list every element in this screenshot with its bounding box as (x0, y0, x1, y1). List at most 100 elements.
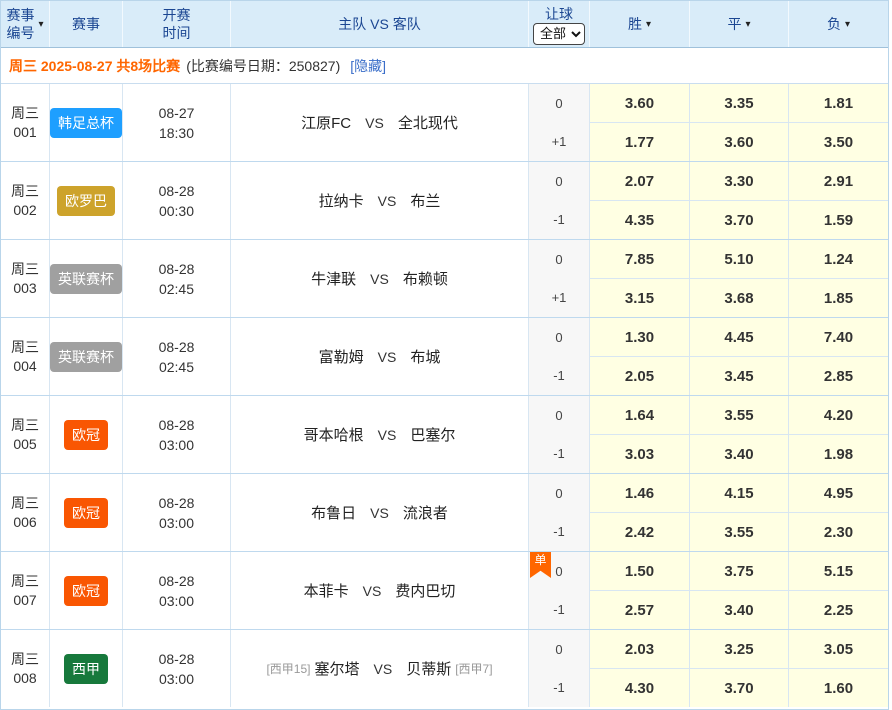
odds-draw[interactable]: 3.40 (690, 435, 788, 473)
odds-win[interactable]: 1.77 (590, 123, 689, 161)
date-summary-bar: 周三 2025-08-27 共8场比赛 (比赛编号日期：250827) [隐藏] (1, 48, 888, 84)
teams: 哥本哈根 VS 巴塞尔 (231, 396, 528, 473)
odds-win[interactable]: 3.60 (590, 84, 689, 122)
odds-win[interactable]: 3.03 (590, 435, 689, 473)
handicap-value: -1 (553, 212, 565, 227)
odds-draw[interactable]: 3.55 (690, 513, 788, 551)
away-team: 巴塞尔 (410, 424, 455, 445)
league-badge: 西甲 (64, 654, 108, 684)
header-handicap-label: 让球 (545, 6, 573, 22)
odds-win[interactable]: 1.30 (590, 318, 689, 356)
header-lose[interactable]: 负 ▾ (789, 1, 888, 47)
league-cell: 欧冠 (50, 474, 122, 551)
odds-lose[interactable]: 2.30 (789, 513, 888, 551)
away-team: 全北现代 (398, 112, 458, 133)
header-league-label: 赛事 (72, 14, 100, 34)
vs-label: VS (378, 349, 397, 365)
odds-lose[interactable]: 2.25 (789, 591, 888, 629)
teams: 富勒姆 VS 布城 (231, 318, 528, 395)
odds-draw[interactable]: 3.30 (690, 162, 788, 200)
odds-draw[interactable]: 3.45 (690, 357, 788, 395)
vs-label: VS (374, 661, 393, 677)
odds-draw[interactable]: 4.15 (690, 474, 788, 512)
handicap-filter-select[interactable]: 全部 (533, 23, 585, 45)
match-time: 08-2803:00 (123, 630, 230, 707)
league-cell: 英联赛杯 (50, 240, 122, 317)
home-team: 塞尔塔 (314, 658, 359, 679)
odds-draw[interactable]: 3.25 (690, 630, 788, 668)
odds-win[interactable]: 2.05 (590, 357, 689, 395)
odds-lose[interactable]: 1.81 (789, 84, 888, 122)
odds-win[interactable]: 1.46 (590, 474, 689, 512)
match-time: 08-2800:30 (123, 162, 230, 239)
away-team: 贝蒂斯 (406, 658, 451, 679)
home-team: 江原FC (301, 112, 351, 133)
handicap-cell: 0 -1 (529, 162, 589, 239)
odds-draw[interactable]: 3.35 (690, 84, 788, 122)
odds-lose[interactable]: 2.91 (789, 162, 888, 200)
odds-draw[interactable]: 3.70 (690, 201, 788, 239)
league-cell: 西甲 (50, 630, 122, 707)
vs-label: VS (378, 427, 397, 443)
header-match-number[interactable]: 赛事 编号 ▾ (1, 1, 49, 47)
header-win[interactable]: 胜 ▾ (590, 1, 689, 47)
odds-lose[interactable]: 5.15 (789, 552, 888, 590)
odds-lose[interactable]: 7.40 (789, 318, 888, 356)
odds-win[interactable]: 4.30 (590, 669, 689, 707)
match-time: 08-2803:00 (123, 474, 230, 551)
handicap-value: -1 (553, 446, 565, 461)
match-row: 周三004 英联赛杯 08-2802:45 富勒姆 VS 布城 0 -1 1.3… (1, 318, 888, 396)
header-draw[interactable]: 平 ▾ (690, 1, 788, 47)
hide-link[interactable]: [隐藏] (350, 56, 386, 76)
odds-lose[interactable]: 3.50 (789, 123, 888, 161)
odds-lose[interactable]: 1.85 (789, 279, 888, 317)
sort-arrow-icon[interactable]: ▾ (745, 19, 750, 30)
odds-lose[interactable]: 3.05 (789, 630, 888, 668)
odds-draw[interactable]: 3.40 (690, 591, 788, 629)
odds-win[interactable]: 2.07 (590, 162, 689, 200)
sort-arrow-icon[interactable]: ▾ (646, 19, 651, 30)
odds-win[interactable]: 1.64 (590, 396, 689, 434)
odds-win[interactable]: 1.50 (590, 552, 689, 590)
odds-draw[interactable]: 3.70 (690, 669, 788, 707)
odds-win[interactable]: 3.15 (590, 279, 689, 317)
home-team: 富勒姆 (319, 346, 364, 367)
handicap-cell: 0 -1 (529, 630, 589, 707)
league-badge: 英联赛杯 (50, 342, 122, 372)
odds-lose[interactable]: 1.60 (789, 669, 888, 707)
vs-label: VS (365, 115, 384, 131)
teams: 牛津联 VS 布赖顿 (231, 240, 528, 317)
league-cell: 欧冠 (50, 552, 122, 629)
odds-lose[interactable]: 4.95 (789, 474, 888, 512)
odds-win[interactable]: 2.42 (590, 513, 689, 551)
header-match-number-label: 赛事 (6, 6, 34, 24)
odds-lose[interactable]: 4.20 (789, 396, 888, 434)
table-header: 赛事 编号 ▾ 赛事 开赛 时间 主队 VS 客队 让球 全部 胜 ▾ (1, 1, 888, 48)
header-time: 开赛 时间 (123, 1, 230, 47)
odds-win[interactable]: 4.35 (590, 201, 689, 239)
odds-win[interactable]: 7.85 (590, 240, 689, 278)
match-row: 周三006 欧冠 08-2803:00 布鲁日 VS 流浪者 0 -1 1.46… (1, 474, 888, 552)
odds-lose[interactable]: 1.59 (789, 201, 888, 239)
match-number: 周三005 (1, 396, 49, 473)
odds-lose[interactable]: 2.85 (789, 357, 888, 395)
match-number: 周三004 (1, 318, 49, 395)
header-teams-label: 主队 VS 客队 (338, 14, 420, 34)
sort-arrow-icon[interactable]: ▾ (845, 19, 850, 30)
odds-draw[interactable]: 3.55 (690, 396, 788, 434)
odds-lose[interactable]: 1.98 (789, 435, 888, 473)
odds-draw[interactable]: 4.45 (690, 318, 788, 356)
teams: 布鲁日 VS 流浪者 (231, 474, 528, 551)
home-team: 哥本哈根 (304, 424, 364, 445)
odds-win[interactable]: 2.03 (590, 630, 689, 668)
league-cell: 韩足总杯 (50, 84, 122, 161)
league-badge: 欧冠 (64, 498, 108, 528)
odds-lose[interactable]: 1.24 (789, 240, 888, 278)
odds-draw[interactable]: 5.10 (690, 240, 788, 278)
handicap-value: 0 (555, 330, 562, 345)
odds-draw[interactable]: 3.68 (690, 279, 788, 317)
odds-draw[interactable]: 3.60 (690, 123, 788, 161)
odds-win[interactable]: 2.57 (590, 591, 689, 629)
sort-arrow-icon[interactable]: ▾ (38, 19, 43, 30)
odds-draw[interactable]: 3.75 (690, 552, 788, 590)
